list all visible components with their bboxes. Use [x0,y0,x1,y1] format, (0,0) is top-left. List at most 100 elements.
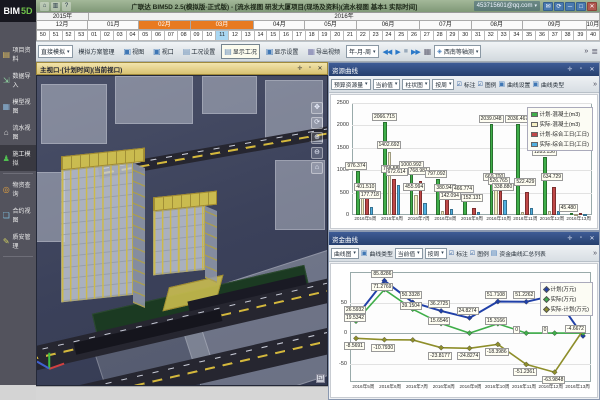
home-view-icon[interactable]: ⌂ [311,162,323,174]
close-icon[interactable]: ✕ [316,65,324,72]
zoom-in-icon[interactable]: ⊕ [311,132,323,144]
annotate-checkbox[interactable]: ☑ [456,81,461,88]
timeline-week-cell[interactable]: 12 [229,30,242,41]
pan-icon[interactable]: ✥ [311,102,323,114]
timeline-week-cell[interactable]: 22 [357,30,370,41]
show-work-condition-button[interactable]: ▤ 显示工况 [221,44,260,59]
close-button[interactable]: ✕ [587,2,597,11]
panel-overflow-button[interactable]: » [593,81,597,88]
simulation-mode-dropdown[interactable]: 直接模拟 ▾ [38,45,73,58]
pin-icon[interactable]: ✛ [566,66,574,73]
resource-value-mode-dropdown[interactable]: 当前值 ▾ [373,79,401,90]
close-icon[interactable]: ✕ [588,235,596,242]
play-button[interactable]: ▶ [394,48,400,56]
timeline-week-cell[interactable]: 11 [216,30,229,41]
resource-period-dropdown[interactable]: 按周 ▾ [432,79,454,90]
help-icon[interactable]: ? [62,2,71,11]
timeline-week-cell[interactable]: 13 [242,30,255,41]
sidebar-item-5[interactable]: ◎物资查询 [0,176,36,202]
timeline-week-cell[interactable]: 19 [319,30,332,41]
account-menu[interactable]: 453715601@qq.com ▾ [474,1,540,11]
curve-type-button[interactable]: 曲线类型 [541,80,564,89]
time-scale-dropdown[interactable]: 年-月-周 ▾ [346,45,379,58]
maximize-icon[interactable]: ▫ [577,66,585,73]
timeline-month-cell[interactable]: 09月 [523,21,587,30]
stop-button[interactable]: ■ [403,48,408,55]
minimize-button[interactable]: ─ [565,2,575,11]
timeline-week-cell[interactable]: 34 [510,30,523,41]
timeline-week-cell[interactable]: 09 [191,30,204,41]
pin-icon[interactable]: ✛ [296,65,304,72]
view-button[interactable]: ▣ 视图 [121,44,148,59]
grid-icon[interactable]: ▦ [424,47,432,56]
timeline-week-cell[interactable]: 01 [88,30,101,41]
timeline-month-cell[interactable]: 02月 [139,21,190,30]
timeline-month-cell[interactable]: 05月 [305,21,356,30]
close-icon[interactable]: ✕ [588,66,596,73]
timeline-week-cell[interactable]: 18 [306,30,319,41]
maximize-icon[interactable]: ▫ [577,235,585,242]
timeline-week-cell[interactable]: 21 [344,30,357,41]
curve-type-button[interactable]: 曲线类型 [370,249,393,258]
fund-summary-list-button[interactable]: 资金曲线汇总列表 [499,249,545,258]
export-video-button[interactable]: ▦ 导出视频 [304,44,343,59]
timeline-month-cell[interactable]: 10月 [587,21,600,30]
fund-value-mode-dropdown[interactable]: 当前值 ▾ [395,248,423,259]
timeline-week-cell[interactable]: 14 [255,30,268,41]
timeline-week-cell[interactable]: 26 [408,30,421,41]
curve-settings-button[interactable]: 曲线设置 [507,80,530,89]
timeline-month-cell[interactable]: 04月 [254,21,305,30]
timeline-week-cell[interactable]: 36 [536,30,549,41]
save-icon[interactable]: ▥ [51,2,60,11]
annotate-checkbox[interactable]: ☑ [449,250,454,257]
timeline-year-cell[interactable]: 2015年 [37,13,89,21]
timeline-week-cell[interactable]: 04 [127,30,140,41]
orbit-icon[interactable]: ⟳ [311,117,323,129]
sidebar-item-0[interactable]: ▤项目资料 [0,41,36,67]
zoom-out-icon[interactable]: ⊖ [311,147,323,159]
timeline-week-cell[interactable]: 17 [293,30,306,41]
maximize-icon[interactable]: ▫ [306,65,314,72]
timeline-month-cell[interactable]: 06月 [357,21,421,30]
timeline-week-cell[interactable]: 15 [267,30,280,41]
sidebar-item-4[interactable]: ♟施工模拟 [0,145,36,171]
timeline-week-cell[interactable]: 38 [562,30,575,41]
display-settings-button[interactable]: ▣ 显示设置 [263,44,302,59]
mail-button[interactable]: ✉ [543,2,553,11]
3d-viewport[interactable]: ✥ ⟳ ⊕ ⊖ ⌂ ◱ [36,75,328,386]
plan-management-button[interactable]: 模拟方案管理 [76,44,118,59]
view-direction-dropdown[interactable]: ◈ 西南等轴测 ▾ [434,45,481,58]
timeline-week-cell[interactable]: 32 [485,30,498,41]
viewport-button[interactable]: ▣ 视口 [150,44,177,59]
toolbar-overflow-button[interactable]: » [584,48,588,55]
ladder-icon[interactable]: ≣ [591,47,598,56]
timeline-week-cell[interactable]: 40 [587,30,600,41]
timeline-week-cell[interactable]: 31 [472,30,485,41]
timeline-week-cell[interactable]: 25 [395,30,408,41]
refresh-button[interactable]: ⟳ [554,2,564,11]
timeline-week-cell[interactable]: 02 [101,30,114,41]
timeline-week-cell[interactable]: 28 [434,30,447,41]
legend-checkbox[interactable]: ☑ [477,81,482,88]
timeline-week-cell[interactable]: 53 [75,30,88,41]
timeline-week-cell[interactable]: 24 [383,30,396,41]
work-condition-settings-button[interactable]: ▤ 工况设置 [180,44,219,59]
timeline-week-cell[interactable]: 37 [549,30,562,41]
timeline-week-cell[interactable]: 29 [447,30,460,41]
app-icon[interactable]: ⌂ [40,2,49,11]
fast-forward-button[interactable]: ▶▶ [410,48,421,56]
sidebar-item-1[interactable]: ⇲数据导入 [0,67,36,93]
timeline-week-cell[interactable]: 50 [37,30,50,41]
timeline-week-cell[interactable]: 51 [50,30,63,41]
timeline-week-cell[interactable]: 52 [63,30,76,41]
timeline-week-cell[interactable]: 23 [370,30,383,41]
resource-chart-type-dropdown[interactable]: 柱状图 ▾ [402,79,430,90]
timeline-month-cell[interactable]: 07月 [420,21,471,30]
timeline-week-cell[interactable]: 07 [165,30,178,41]
viewport-corner-icon[interactable]: ◱ [316,374,325,383]
timeline-week-cell[interactable]: 16 [280,30,293,41]
timeline-week-cell[interactable]: 27 [421,30,434,41]
timeline-month-cell[interactable]: 01月 [88,21,139,30]
timeline-year-cell[interactable]: 2016年 [89,13,600,21]
maximize-button[interactable]: □ [576,2,586,11]
